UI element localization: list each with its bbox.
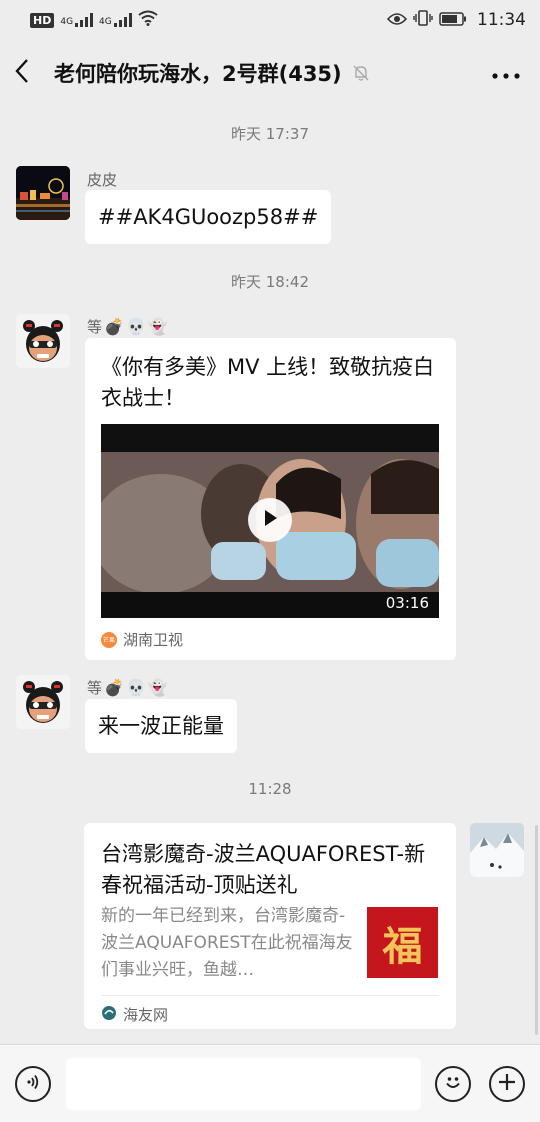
message-input[interactable] [66, 1058, 421, 1110]
ghost-emoji: 👻 [147, 678, 168, 697]
signal-icon: 4G [99, 13, 132, 27]
card-thumbnail: 福 [367, 907, 438, 978]
chat-header: 老何陪你玩海水，2号群(435) [0, 40, 540, 106]
chevron-left-icon [14, 58, 30, 88]
sender-name: 等 💣 💀 👻 [87, 678, 168, 697]
bomb-emoji: 💣 [104, 678, 124, 697]
sender-name: 等 💣 💀 👻 [87, 317, 168, 336]
hd-icon: HD [30, 12, 55, 28]
mango-tv-icon: 芒果 [101, 631, 117, 648]
signal-icon: 4G [60, 13, 94, 27]
timestamp: 昨天 17:37 [231, 125, 309, 143]
avatar[interactable] [470, 823, 524, 877]
card-source: 海友网 [101, 1004, 168, 1025]
skull-emoji: 💀 [125, 678, 146, 697]
wifi-icon [138, 10, 158, 30]
video-card[interactable]: 《你有多美》MV 上线！致敬抗疫白衣战士！ 03:16 芒果 湖南卫视 [85, 338, 456, 660]
battery-icon [439, 11, 467, 30]
card-source: 芒果 湖南卫视 [101, 631, 184, 649]
card-description: 新的一年已经到来，台湾影魔奇-波兰AQUAFOREST在此祝福海友们事业兴旺，鱼… [101, 906, 353, 980]
bell-off-icon [352, 64, 370, 82]
vibrate-icon [413, 10, 433, 30]
play-icon [262, 509, 278, 531]
video-duration: 03:16 [385, 594, 429, 612]
avatar[interactable] [16, 314, 70, 368]
site-logo-icon [101, 1005, 117, 1025]
avatar[interactable] [16, 675, 70, 729]
divider [101, 995, 439, 996]
more-button[interactable] [486, 53, 526, 93]
timestamp: 昨天 18:42 [231, 273, 309, 291]
sender-name: 皮皮 [87, 171, 118, 189]
message-bubble[interactable]: ##AK4GUoozp58## [85, 190, 332, 244]
bomb-emoji: 💣 [104, 317, 124, 336]
status-bar: HD 4G 4G 11:34 [0, 0, 540, 40]
card-title: 《你有多美》MV 上线！致敬抗疫白衣战士！ [101, 355, 435, 410]
voice-icon [24, 1073, 42, 1095]
ghost-emoji: 👻 [147, 317, 168, 336]
status-time: 11:34 [477, 10, 526, 30]
more-dots-icon [492, 64, 520, 83]
message-bubble[interactable]: 来一波正能量 [85, 699, 237, 753]
article-card[interactable]: 台湾影魔奇-波兰AQUAFOREST-新春祝福活动-顶贴送礼 新的一年已经到来，… [84, 823, 456, 1029]
plus-icon [497, 1072, 517, 1096]
emoji-button[interactable] [435, 1066, 471, 1102]
avatar[interactable] [16, 166, 70, 220]
scrollbar[interactable] [535, 825, 538, 1035]
emoji-icon [442, 1071, 464, 1097]
video-thumbnail[interactable]: 03:16 [101, 424, 439, 618]
chat-title: 老何陪你玩海水，2号群(435) [54, 62, 342, 86]
back-button[interactable] [14, 53, 50, 93]
skull-emoji: 💀 [125, 317, 146, 336]
voice-button[interactable] [15, 1066, 51, 1102]
input-bar [0, 1044, 540, 1122]
play-button[interactable] [248, 498, 292, 542]
card-title: 台湾影魔奇-波兰AQUAFOREST-新春祝福活动-顶贴送礼 [101, 842, 426, 897]
plus-button[interactable] [489, 1066, 525, 1102]
eye-icon [386, 11, 408, 30]
timestamp: 11:28 [248, 780, 292, 798]
